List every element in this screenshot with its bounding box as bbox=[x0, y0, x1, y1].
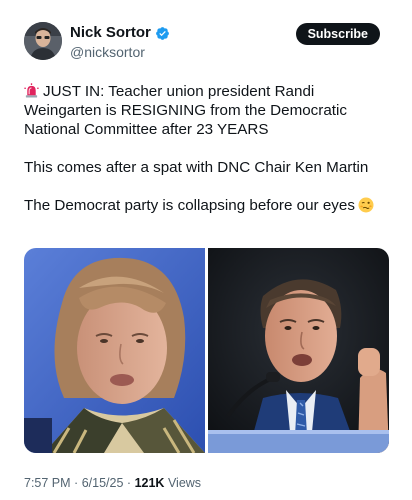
tweet-line-1-text: JUST IN: Teacher union president Randi W… bbox=[24, 83, 347, 138]
man-speaking-image bbox=[208, 248, 389, 453]
woman-portrait-image bbox=[24, 248, 205, 453]
tweet-meta: 7:57 PM · 6/15/25 · 121K Views bbox=[24, 475, 201, 491]
subscribe-button[interactable]: Subscribe bbox=[295, 23, 380, 45]
avatar[interactable] bbox=[24, 22, 62, 60]
author-display-name[interactable]: Nick Sortor bbox=[70, 24, 151, 42]
views-count[interactable]: 121K bbox=[135, 476, 165, 490]
tweet-text: JUST IN: Teacher union president Randi W… bbox=[24, 82, 392, 215]
avatar-image bbox=[24, 22, 62, 60]
author-names: Nick Sortor @nicksortor bbox=[70, 24, 170, 61]
siren-emoji-icon bbox=[24, 83, 39, 98]
tweet-line-3-text: The Democrat party is collapsing before … bbox=[24, 197, 355, 214]
woman-portrait-photo[interactable] bbox=[24, 248, 205, 453]
man-speaking-photo[interactable] bbox=[208, 248, 389, 453]
woozy-face-emoji-icon bbox=[358, 197, 374, 213]
views-label: Views bbox=[167, 476, 202, 490]
tweet-line-1: JUST IN: Teacher union president Randi W… bbox=[24, 82, 392, 139]
tweet-line-3: The Democrat party is collapsing before … bbox=[24, 196, 392, 215]
author-handle[interactable]: @nicksortor bbox=[70, 43, 170, 61]
tweet-time[interactable]: 7:57 PM bbox=[24, 476, 71, 490]
tweet-header: Nick Sortor @nicksortor Subscribe bbox=[24, 22, 386, 62]
meta-separator: · bbox=[74, 476, 79, 490]
tweet-date[interactable]: 6/15/25 bbox=[82, 476, 124, 490]
tweet-line-2: This comes after a spat with DNC Chair K… bbox=[24, 159, 369, 176]
tweet-media bbox=[24, 248, 389, 453]
verified-badge-icon[interactable] bbox=[155, 26, 170, 41]
meta-separator: · bbox=[126, 476, 132, 490]
